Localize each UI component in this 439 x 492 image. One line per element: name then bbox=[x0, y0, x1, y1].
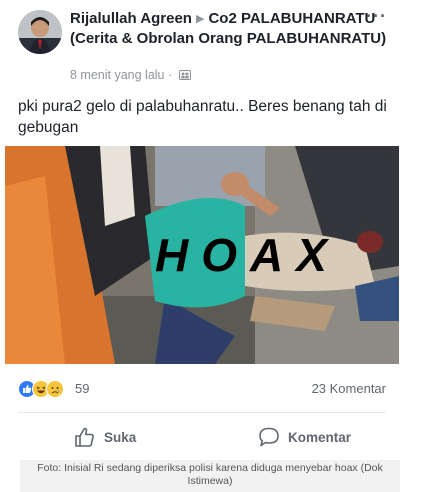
thumbs-up-icon bbox=[75, 427, 94, 447]
post-header-title: Rijalullah Agreen ▶ Co2 PALABUHANRATU (Cer… bbox=[70, 9, 390, 48]
post-photo[interactable]: HOAX bbox=[5, 146, 399, 364]
post-meta: 8 menit yang lalu · bbox=[70, 68, 191, 84]
more-options-icon[interactable]: ··· bbox=[366, 6, 387, 27]
divider bbox=[18, 412, 386, 413]
share-arrow-icon: ▶ bbox=[195, 13, 205, 25]
facebook-post: Rijalullah Agreen ▶ Co2 PALABUHANRATU (Cer… bbox=[0, 0, 439, 460]
post-text: pki pura2 gelo di palabuhanratu.. Beres … bbox=[18, 98, 387, 136]
comment-button-label: Komentar bbox=[288, 429, 352, 445]
hoax-watermark: HOAX bbox=[155, 229, 340, 281]
photo-credit-caption: Foto: Inisial Ri sedang diperiksa polisi… bbox=[20, 460, 400, 492]
like-button[interactable]: Suka bbox=[74, 425, 136, 449]
comment-button[interactable]: Komentar bbox=[258, 425, 351, 449]
comment-count[interactable]: 23 Komentar bbox=[312, 381, 386, 396]
like-button-label: Suka bbox=[104, 429, 137, 445]
author-name[interactable]: Rijalullah Agreen bbox=[70, 10, 192, 27]
comment-bubble-icon bbox=[259, 427, 279, 447]
sad-reaction-icon bbox=[46, 380, 64, 398]
group-audience-icon bbox=[178, 69, 191, 84]
author-avatar[interactable] bbox=[18, 10, 62, 54]
reaction-count[interactable]: 59 bbox=[75, 381, 89, 396]
post-timestamp[interactable]: 8 menit yang lalu bbox=[70, 68, 165, 82]
